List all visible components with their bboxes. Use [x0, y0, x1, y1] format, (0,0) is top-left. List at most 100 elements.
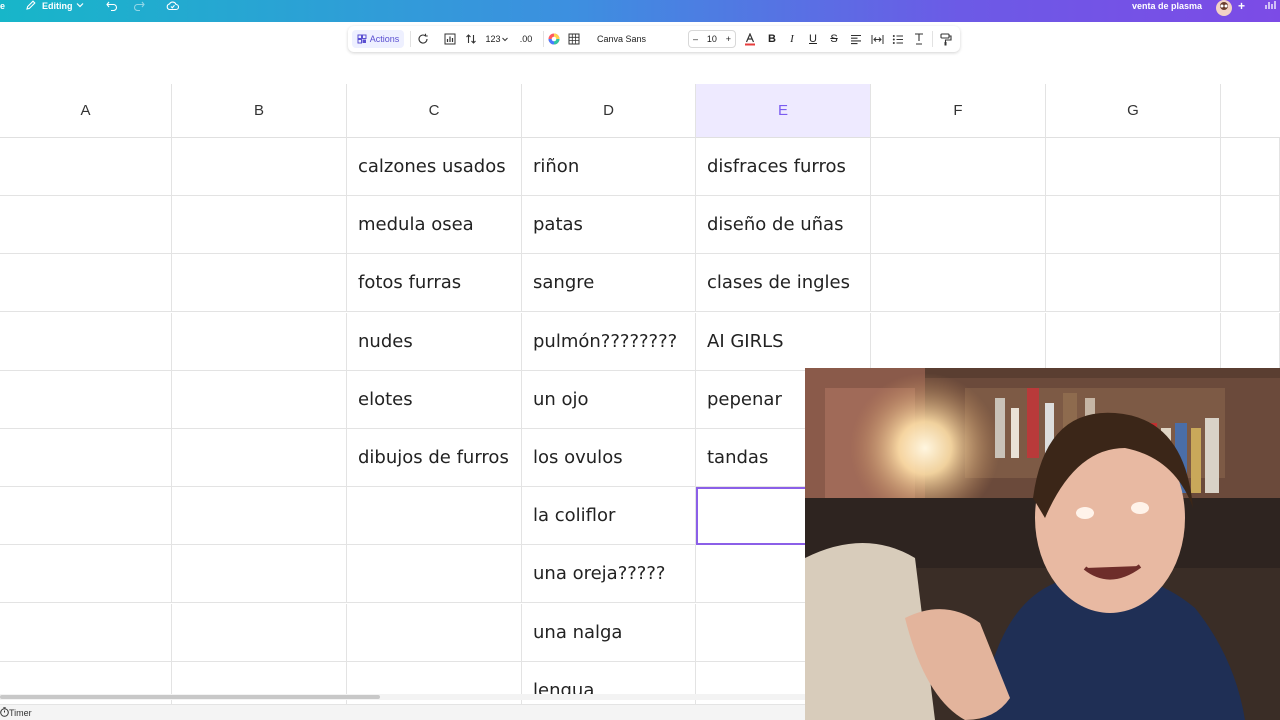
cloud-saved-icon[interactable] [166, 0, 180, 12]
cell-c1[interactable]: calzones usados [347, 138, 522, 196]
cell-c3[interactable]: fotos furras [347, 254, 522, 313]
cell-f3[interactable] [871, 254, 1046, 313]
cell-b6[interactable] [172, 429, 347, 487]
font-family-label: Canva Sans [597, 34, 647, 44]
font-size-stepper[interactable]: – 10 + [688, 30, 736, 48]
refresh-icon[interactable] [414, 26, 432, 52]
cell-d4[interactable]: pulmón???????? [522, 312, 696, 371]
cell-b2[interactable] [172, 196, 347, 255]
column-header-d[interactable]: D [522, 84, 696, 138]
undo-icon[interactable] [106, 0, 120, 12]
cell-c7[interactable] [347, 487, 522, 546]
cell-g1[interactable] [1046, 138, 1221, 196]
cell-c5[interactable]: elotes [347, 370, 522, 429]
font-size-increase-button[interactable]: + [726, 34, 731, 44]
add-collaborator-icon[interactable]: + [1238, 0, 1248, 12]
text-height-icon[interactable] [911, 26, 927, 52]
timer-button[interactable]: Timer [9, 708, 32, 718]
cell-d6[interactable]: los ovulos [522, 429, 696, 487]
project-title[interactable]: venta de plasma [1132, 0, 1202, 12]
cell-g3[interactable] [1046, 254, 1221, 313]
cell-b3[interactable] [172, 254, 347, 313]
sort-icon[interactable] [462, 26, 480, 52]
cell-e4[interactable]: AI GIRLS [696, 312, 871, 371]
cell-c2[interactable]: medula osea [347, 196, 522, 255]
cell-b8[interactable] [172, 545, 347, 604]
cell-h4[interactable] [1221, 312, 1280, 371]
underline-button[interactable]: U [805, 26, 821, 52]
cell-a5[interactable] [0, 370, 172, 429]
cell-f1[interactable] [871, 138, 1046, 196]
cell-a8[interactable] [0, 545, 172, 604]
avatar[interactable] [1213, 0, 1235, 16]
bullet-list-icon[interactable] [890, 26, 906, 52]
number-format-dropdown[interactable]: 123 [482, 26, 512, 52]
cell-c9[interactable] [347, 603, 522, 662]
cell-e3[interactable]: clases de ingles [696, 254, 871, 313]
cell-f2[interactable] [871, 196, 1046, 255]
italic-button[interactable]: I [784, 26, 800, 52]
cell-d7[interactable]: la coliflor [522, 487, 696, 546]
analytics-icon[interactable] [1264, 0, 1278, 12]
strikethrough-button[interactable]: S [826, 26, 842, 52]
cell-h1[interactable] [1221, 138, 1280, 196]
timer-icon[interactable] [0, 707, 9, 719]
column-width-icon[interactable] [869, 26, 885, 52]
cell-e1[interactable]: disfraces furros [696, 138, 871, 196]
font-size-value[interactable]: 10 [707, 34, 717, 44]
column-header-a[interactable]: A [0, 84, 172, 138]
cell-g4[interactable] [1046, 312, 1221, 371]
cell-b4[interactable] [172, 312, 347, 371]
cell-b5[interactable] [172, 370, 347, 429]
cell-d2[interactable]: patas [522, 196, 696, 255]
column-header-g[interactable]: G [1046, 84, 1221, 138]
cell-g2[interactable] [1046, 196, 1221, 255]
cell-a2[interactable] [0, 196, 172, 255]
cell-e2[interactable]: diseño de uñas [696, 196, 871, 255]
cell-a4[interactable] [0, 312, 172, 371]
actions-label: Actions [369, 34, 400, 44]
chart-insert-icon[interactable] [441, 26, 459, 52]
cell-d9[interactable]: una nalga [522, 603, 696, 662]
cell-d5[interactable]: un ojo [522, 370, 696, 429]
cell-d3[interactable]: sangre [522, 254, 696, 313]
cell-c8[interactable] [347, 545, 522, 604]
actions-icon [357, 34, 367, 44]
cell-h3[interactable] [1221, 254, 1280, 313]
scrollbar-thumb[interactable] [0, 695, 380, 699]
cell-a9[interactable] [0, 603, 172, 662]
cell-d8[interactable]: una oreja????? [522, 545, 696, 604]
color-wheel-icon[interactable] [546, 26, 562, 52]
cell-b9[interactable] [172, 603, 347, 662]
cell-d1[interactable]: riñon [522, 138, 696, 196]
cell-h2[interactable] [1221, 196, 1280, 255]
editing-mode-button[interactable]: Editing [42, 0, 73, 12]
chevron-down-icon[interactable] [76, 0, 86, 12]
cell-c6[interactable]: dibujos de furros [347, 429, 522, 487]
font-family-dropdown[interactable]: Canva Sans [594, 30, 674, 48]
column-header-h[interactable] [1221, 84, 1280, 138]
cell-a3[interactable] [0, 254, 172, 313]
cell-a1[interactable] [0, 138, 172, 196]
column-header-b[interactable]: B [172, 84, 347, 138]
pencil-icon [26, 0, 38, 12]
menu-fragment[interactable]: e [0, 0, 5, 12]
cell-f4[interactable] [871, 312, 1046, 371]
cell-a6[interactable] [0, 429, 172, 487]
actions-button[interactable]: Actions [352, 30, 404, 48]
cell-a7[interactable] [0, 487, 172, 546]
column-header-c[interactable]: C [347, 84, 522, 138]
align-left-icon[interactable] [848, 26, 864, 52]
cell-c4[interactable]: nudes [347, 312, 522, 371]
column-header-e[interactable]: E [696, 84, 871, 138]
paint-format-icon[interactable] [938, 26, 954, 52]
redo-icon[interactable] [133, 0, 147, 12]
cell-b7[interactable] [172, 487, 347, 546]
table-borders-icon[interactable] [566, 26, 582, 52]
column-header-f[interactable]: F [871, 84, 1046, 138]
bold-button[interactable]: B [764, 26, 780, 52]
cell-b1[interactable] [172, 138, 347, 196]
decimal-places-button[interactable]: .00 [514, 26, 538, 52]
font-size-decrease-button[interactable]: – [693, 34, 698, 44]
text-color-icon[interactable] [742, 26, 758, 52]
